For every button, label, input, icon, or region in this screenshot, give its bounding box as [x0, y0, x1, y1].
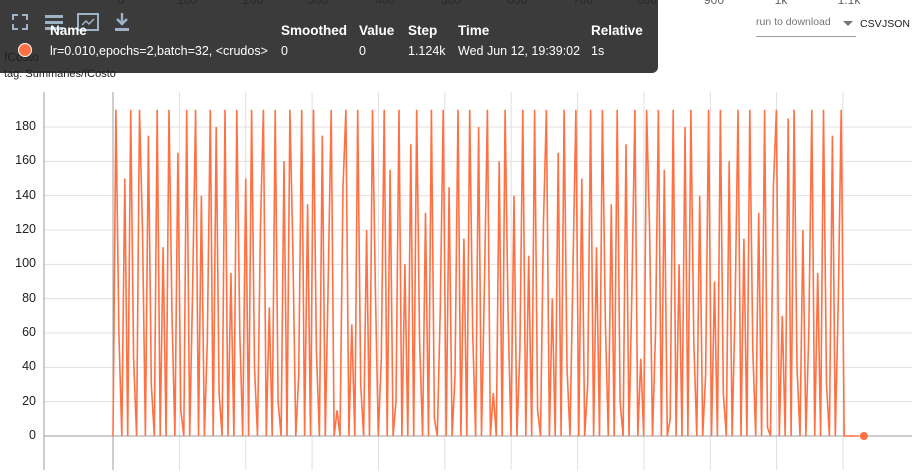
csv-download-link[interactable]: CSV	[860, 18, 882, 30]
row-value: 0	[359, 44, 366, 58]
y-tick-label: 100	[15, 256, 36, 271]
y-tick-label: 60	[22, 325, 36, 339]
row-relative: 1s	[591, 44, 605, 58]
y-tick-label: 40	[22, 359, 36, 374]
chart-series	[112, 109, 868, 440]
header-time: Time	[458, 23, 490, 38]
row-time: Wed Jun 12, 19:39:02	[458, 44, 581, 58]
y-tick-label: 80	[22, 290, 36, 305]
fullscreen-icon[interactable]	[9, 11, 31, 33]
series-line	[112, 109, 859, 437]
y-tick-label: 140	[15, 187, 36, 202]
chevron-down-icon	[843, 21, 853, 26]
header-value: Value	[359, 23, 395, 38]
y-tick-label: 0	[29, 428, 36, 442]
row-smoothed: 0	[281, 44, 288, 58]
y-tick-label: 180	[15, 119, 36, 133]
run-color-dot	[18, 43, 32, 57]
row-name: lr=0.010,epochs=2,batch=32, <crudos>	[50, 44, 268, 58]
download-icon[interactable]	[111, 11, 133, 33]
header-name: Name	[50, 23, 87, 38]
json-download-link[interactable]: JSON	[882, 18, 910, 30]
data-tooltip: Name Smoothed Value Step Time Relative l…	[0, 0, 658, 73]
run-to-download-select[interactable]: run to download	[756, 16, 856, 37]
row-step: 1.124k	[408, 44, 446, 58]
header-relative: Relative	[591, 23, 643, 38]
y-tick-label: 120	[15, 222, 36, 236]
last-point-marker	[859, 432, 868, 440]
y-tick-label: 160	[15, 153, 36, 168]
header-step: Step	[408, 23, 438, 38]
run-select-placeholder: run to download	[756, 16, 831, 28]
download-controls: run to download CSV JSON	[756, 12, 916, 40]
header-smoothed: Smoothed	[281, 23, 347, 38]
y-tick-label: 20	[22, 393, 36, 408]
